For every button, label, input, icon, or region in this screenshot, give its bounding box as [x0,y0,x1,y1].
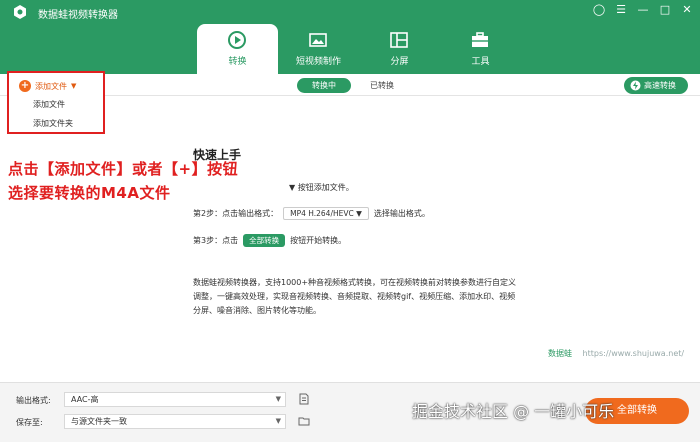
menu-item-add-file[interactable]: 添加文件 [33,99,65,110]
annotation-line-1: 点击【添加文件】或者【+】按钮 [8,160,239,178]
save-to-select[interactable]: 与源文件夹一致 ▼ [64,414,286,429]
high-speed-convert-button[interactable]: 高速转换 [624,77,688,94]
output-format-label: 输出格式: [16,396,51,405]
lightning-icon [630,80,641,91]
feedback-icon[interactable]: ◯ [592,3,606,16]
step1-text: 按钮添加文件。 [297,183,354,192]
close-icon[interactable]: ✕ [680,3,694,16]
main-tabs: 转换 短视频制作 分屏 工具 [197,24,521,74]
format-settings-icon[interactable] [298,393,310,405]
add-file-button[interactable]: + 添加文件 ▼ [19,79,76,93]
brand-watermark: 数据蛙 https://www.shujuwa.net/ [548,348,684,359]
toolbox-icon [472,32,488,47]
split-screen-icon [390,32,408,48]
tab-short-video[interactable]: 短视频制作 [278,24,359,74]
tab-split-screen[interactable]: 分屏 [359,24,440,74]
caret-down-icon: ▼ [356,209,362,218]
step2-format: MP4 H.264/HEVC [290,209,354,218]
folder-icon[interactable] [298,415,310,427]
tab-label: 工具 [471,57,490,67]
tab-label: 短视频制作 [295,57,341,67]
minimize-icon[interactable]: — [636,3,650,16]
converting-tab[interactable]: 转换中 [297,78,351,93]
output-format-select[interactable]: AAC-高 ▼ [64,392,286,407]
save-to-label: 保存至: [16,418,43,427]
step3-convert-all-badge: 全部转换 [243,234,286,247]
watermark-brand: 数据蛙 [548,349,572,358]
sub-toolbar: 转换中 已转换 高速转换 [0,74,700,96]
add-file-dropdown: + 添加文件 ▼ 添加文件 添加文件夹 [7,71,105,134]
step3-label: 第3步：点击 [193,236,239,245]
plus-icon: + [19,80,31,92]
step2-label: 第2步：点击输出格式： [193,209,279,218]
save-to-value: 与源文件夹一致 [71,417,127,426]
add-file-label: 添加文件 [35,81,67,91]
annotation-line-2: 选择要转换的M4A文件 [8,184,171,202]
tab-label: 转换 [228,57,247,67]
tab-convert[interactable]: 转换 [197,24,278,74]
caret-down-icon: ▼ [275,395,281,403]
title-bar: 数据蛙视频转换器 ◯ ☰ — □ ✕ 转换 短视频制作 分屏 工具 [0,0,700,74]
step2-tail: 选择输出格式。 [373,209,430,218]
output-format-value: AAC-高 [71,395,99,404]
maximize-icon[interactable]: □ [658,3,672,16]
step-3: 第3步：点击 全部转换 按钮开始转换。 [193,234,346,247]
menu-icon[interactable]: ☰ [614,3,628,16]
site-watermark-overlay: 掘金技术社区 @ 一罐小可乐 [412,402,615,421]
converted-tab[interactable]: 已转换 [364,78,400,93]
tab-tools[interactable]: 工具 [440,24,521,74]
caret-down-icon: ▼ [289,183,296,192]
watermark-url: https://www.shujuwa.net/ [582,349,685,358]
app-title: 数据蛙视频转换器 [38,10,118,21]
step3-tail: 按钮开始转换。 [290,236,347,245]
app-logo-icon [14,5,26,19]
menu-item-add-folder[interactable]: 添加文件夹 [33,118,73,129]
caret-down-icon: ▼ [275,417,281,425]
short-video-icon [309,33,327,47]
app-description: 数据蛙视频转换器，支持1000+种音视频格式转换，可在视频转换前对转换参数进行自… [193,278,517,315]
high-speed-label: 高速转换 [644,81,676,90]
caret-down-icon: ▼ [71,82,77,90]
convert-icon [228,31,246,49]
step1-tail: ▼ 按钮添加文件。 [289,182,354,193]
step2-format-box: MP4 H.264/HEVC ▼ [283,207,369,220]
step-2: 第2步：点击输出格式： MP4 H.264/HEVC ▼ 选择输出格式。 [193,207,430,220]
window-controls: ◯ ☰ — □ ✕ [592,3,694,16]
tab-label: 分屏 [390,57,409,67]
